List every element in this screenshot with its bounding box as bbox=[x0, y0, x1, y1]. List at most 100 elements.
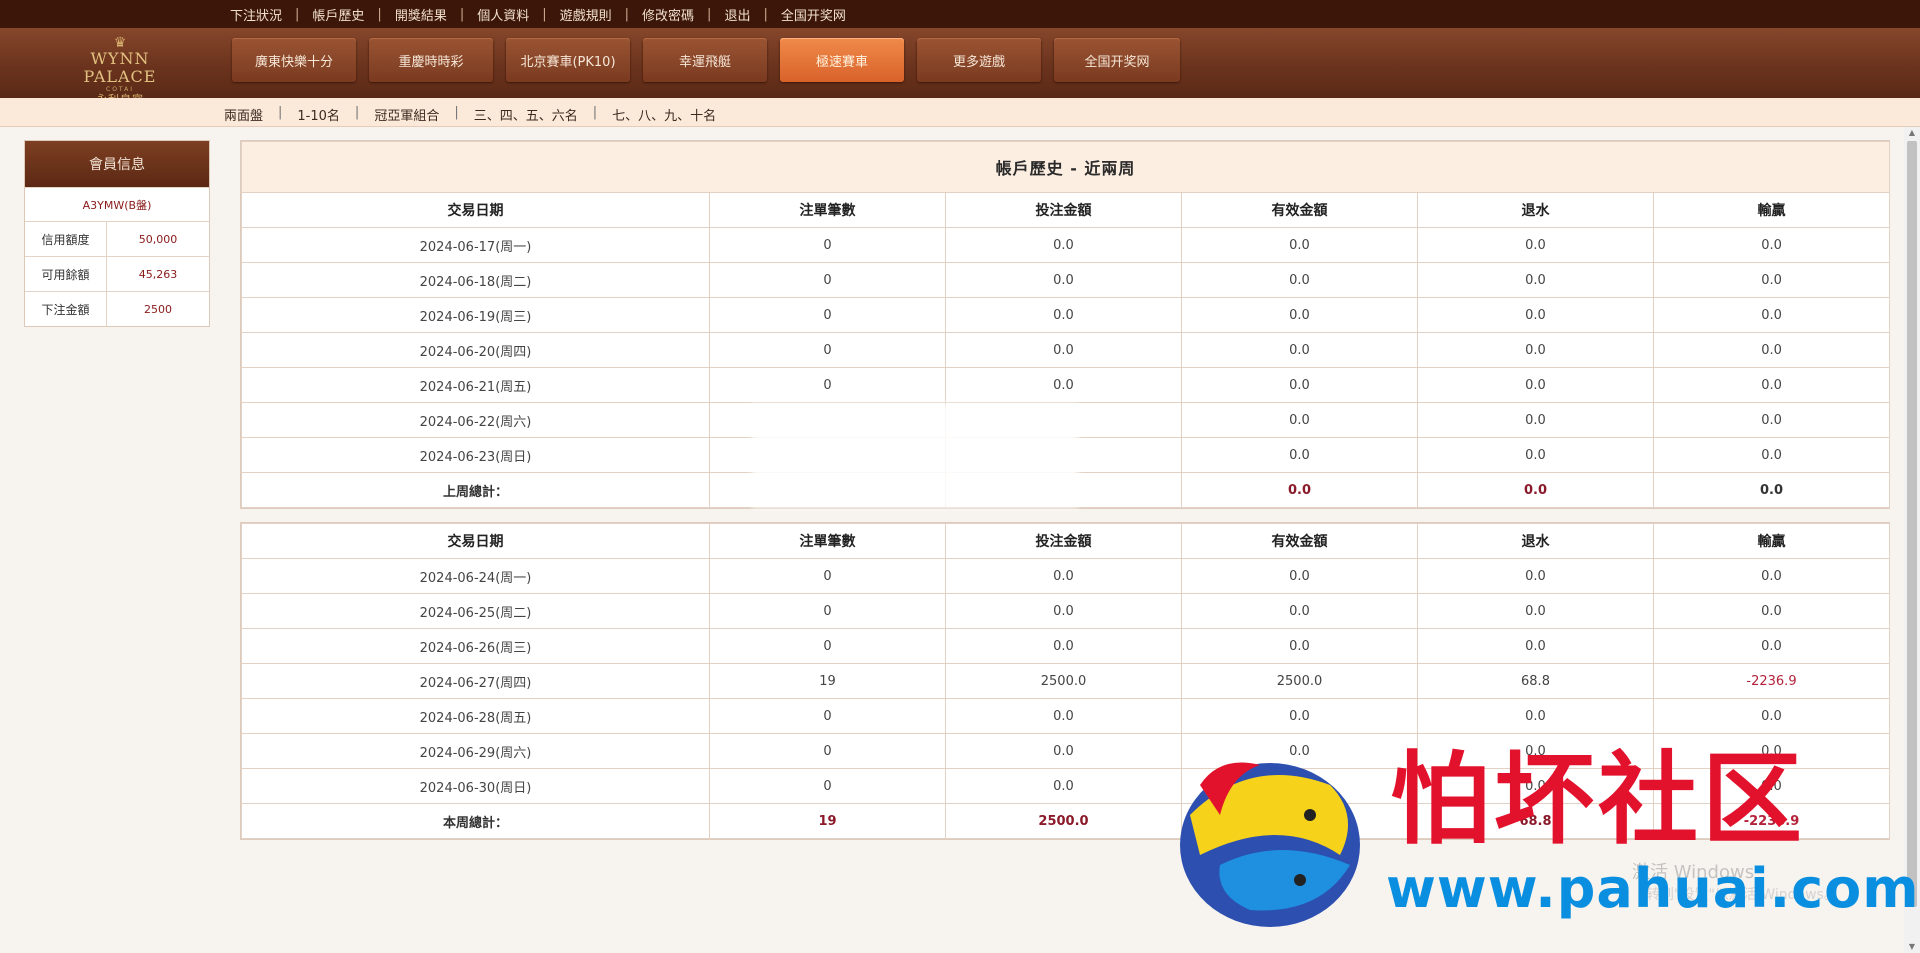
table-cell: 0.0 bbox=[1417, 227, 1654, 263]
member-info-panel: 會員信息 A3YMW(B盤) 信用額度 50,000 可用餘額 45,263 下注金額 2… bbox=[24, 140, 210, 327]
top-link[interactable]: 退出 bbox=[724, 5, 750, 24]
table-cell: -2236.9 bbox=[1653, 663, 1890, 699]
table-cell: 0.0 bbox=[1181, 558, 1418, 594]
top-link[interactable]: 個人資料 bbox=[477, 5, 529, 24]
nav-button[interactable]: 幸運飛艇 bbox=[643, 38, 767, 82]
table-cell: 2024-06-26(周三) bbox=[241, 628, 710, 664]
table-header-row: 交易日期 注單筆數 投注金額 有效金額 退水 輸贏 bbox=[241, 523, 1890, 559]
watermark: 怕坏社区 www.pahuai.com bbox=[1160, 741, 1919, 935]
table-cell: 0.0 bbox=[1652, 262, 1891, 298]
top-link[interactable]: 全国开奖网 bbox=[781, 5, 846, 24]
top-link[interactable]: 遊戲規則 bbox=[560, 5, 612, 24]
table-cell: 0.0 bbox=[1653, 628, 1890, 664]
table-cell: 0 bbox=[709, 733, 946, 769]
table-row: 2024-06-19(周三) 0 0.0 0.0 0.0 0.0 bbox=[241, 297, 1891, 333]
table-cell: 0.0 bbox=[1181, 593, 1418, 629]
table-cell: 2024-06-28(周五) bbox=[241, 698, 710, 734]
table-cell: 0 bbox=[709, 593, 946, 629]
table-cell: 0.0 bbox=[1181, 402, 1418, 438]
table-cell: 68.8 bbox=[1417, 663, 1654, 699]
column-header: 注單筆數 bbox=[709, 523, 946, 559]
watermark-cn: 怕坏社区 bbox=[1390, 741, 1806, 858]
top-link[interactable]: 開獎結果 bbox=[395, 5, 447, 24]
table-cell: 0.0 bbox=[1417, 698, 1654, 734]
top-link[interactable]: 修改密碼 bbox=[642, 5, 694, 24]
separator: | bbox=[624, 6, 630, 22]
nav-button[interactable]: 全国开奖网 bbox=[1054, 38, 1180, 82]
table-cell: 0.0 bbox=[1652, 367, 1891, 403]
table-cell: 2024-06-20(周四) bbox=[241, 332, 710, 368]
table-cell: 0.0 bbox=[1652, 332, 1891, 368]
member-info-title: 會員信息 bbox=[25, 141, 209, 187]
history-title: 帳戶歷史 - 近兩周 bbox=[240, 141, 1891, 193]
separator: | bbox=[707, 6, 712, 22]
table-cell: 0.0 bbox=[1417, 367, 1654, 403]
logo-brand: WYNN PALACE bbox=[83, 49, 157, 86]
column-header: 退水 bbox=[1417, 523, 1654, 559]
table-cell: 0.0 bbox=[1417, 402, 1654, 438]
table-cell: 0.0 bbox=[1653, 698, 1890, 734]
fish-logo-icon bbox=[1180, 762, 1360, 927]
sub-nav-item[interactable]: 1-10名 bbox=[297, 105, 340, 124]
table-cell: 2500.0 bbox=[1181, 663, 1418, 699]
table-cell: 2024-06-27(周四) bbox=[241, 663, 710, 699]
separator: | bbox=[377, 6, 382, 22]
top-link[interactable]: 帳戶歷史 bbox=[312, 5, 364, 24]
scroll-up-icon[interactable]: ▲ bbox=[1904, 127, 1920, 139]
table-row: 2024-06-24(周一) 0 0.0 0.0 0.0 0.0 bbox=[241, 558, 1890, 594]
table-row: 2024-06-28(周五) 0 0.0 0.0 0.0 0.0 bbox=[241, 698, 1890, 734]
table-cell: 2024-06-18(周二) bbox=[241, 262, 710, 298]
table-row: 2024-06-27(周四) 19 2500.0 2500.0 68.8 -2236.9 bbox=[241, 663, 1890, 699]
table-cell: 0.0 bbox=[1652, 297, 1891, 333]
sub-nav-item[interactable]: 兩面盤 bbox=[224, 105, 263, 124]
scroll-down-icon[interactable]: ▼ bbox=[1904, 941, 1920, 953]
table-cell: 2024-06-21(周五) bbox=[241, 367, 710, 403]
table-cell: 0 bbox=[709, 262, 946, 298]
member-row: 可用餘額 45,263 bbox=[25, 256, 209, 291]
table-cell: 0.0 bbox=[1417, 262, 1654, 298]
sub-nav: 兩面盤 | 1-10名 | 冠亞軍組合 | 三、四、五、六名 | 七、八、九、十名 bbox=[0, 98, 1920, 127]
separator: | bbox=[354, 105, 360, 120]
separator: | bbox=[592, 105, 598, 120]
nav-button[interactable]: 更多遊戲 bbox=[917, 38, 1041, 82]
table-cell: 2500.0 bbox=[945, 663, 1182, 699]
brand-logo[interactable]: ♛ WYNN PALACE COTAI 永利皇宮 bbox=[56, 36, 184, 106]
table-cell: 0.0 bbox=[1652, 402, 1891, 438]
table-cell: 0.0 bbox=[1181, 437, 1418, 473]
redaction-blur bbox=[752, 404, 1078, 508]
table-row: 2024-06-25(周二) 0 0.0 0.0 0.0 0.0 bbox=[241, 593, 1890, 629]
sub-nav-item[interactable]: 七、八、九、十名 bbox=[612, 105, 716, 124]
column-header: 投注金額 bbox=[945, 192, 1182, 228]
table-cell: 2024-06-19(周三) bbox=[241, 297, 710, 333]
sub-nav-item[interactable]: 三、四、五、六名 bbox=[474, 105, 578, 124]
table-cell: 0.0 bbox=[945, 733, 1182, 769]
logo-sub: COTAI bbox=[106, 86, 134, 93]
nav-button[interactable]: 廣東快樂十分 bbox=[232, 38, 356, 82]
member-row-value: 50,000 bbox=[138, 232, 178, 246]
column-header: 交易日期 bbox=[241, 523, 710, 559]
nav-button[interactable]: 北京賽車(PK10) bbox=[506, 38, 630, 82]
table-cell: 0.0 bbox=[1181, 262, 1418, 298]
column-header: 投注金額 bbox=[945, 523, 1182, 559]
table-cell: 0.0 bbox=[1181, 698, 1418, 734]
separator: | bbox=[295, 6, 300, 22]
member-row-label: 可用餘額 bbox=[25, 257, 107, 291]
table-cell: 0.0 bbox=[945, 698, 1182, 734]
table-cell: 0.0 bbox=[945, 593, 1182, 629]
column-header: 輸贏 bbox=[1653, 523, 1890, 559]
top-link[interactable]: 下注狀況 bbox=[230, 5, 282, 24]
sub-nav-item[interactable]: 冠亞軍組合 bbox=[374, 105, 439, 124]
separator: | bbox=[278, 105, 283, 120]
table-cell: 0.0 bbox=[1417, 628, 1654, 664]
nav-button[interactable]: 極速賽車 bbox=[780, 38, 904, 82]
table-cell: 0 bbox=[709, 558, 946, 594]
table-cell: 0.0 bbox=[1417, 297, 1654, 333]
table-cell: 0.0 bbox=[1653, 593, 1890, 629]
table-cell: 2024-06-24(周一) bbox=[241, 558, 710, 594]
table-cell: 0.0 bbox=[1652, 437, 1891, 473]
table-cell: 0.0 bbox=[945, 297, 1182, 333]
nav-button[interactable]: 重慶時時彩 bbox=[369, 38, 493, 82]
table-cell: 0.0 bbox=[1417, 558, 1654, 594]
table-row: 2024-06-17(周一) 0 0.0 0.0 0.0 0.0 bbox=[241, 227, 1891, 263]
table-row: 2024-06-26(周三) 0 0.0 0.0 0.0 0.0 bbox=[241, 628, 1890, 664]
